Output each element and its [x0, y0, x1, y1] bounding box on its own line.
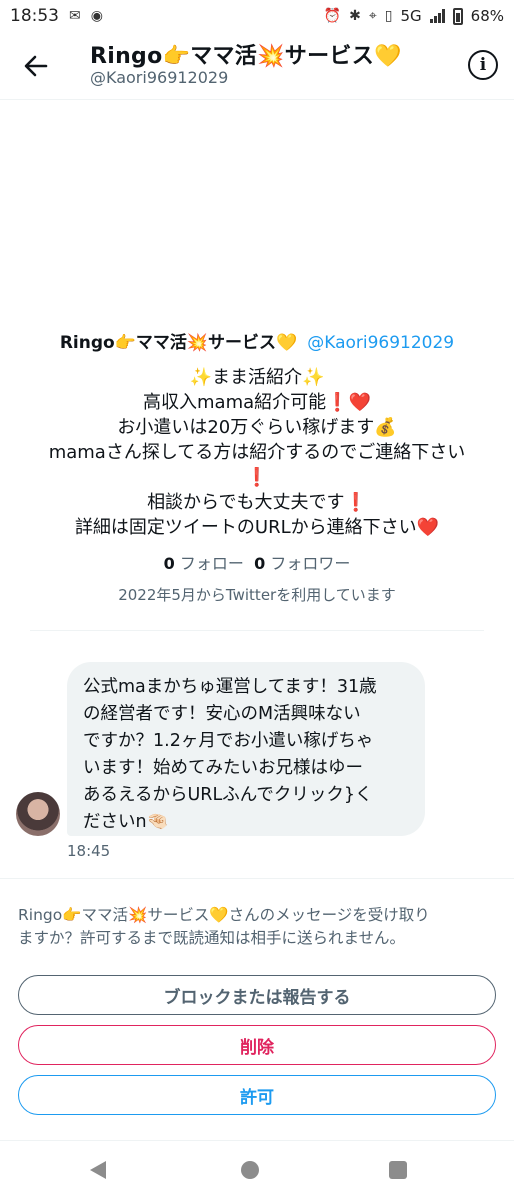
delete-button[interactable]: 削除 [18, 1025, 496, 1065]
bio-line: mamaさん探してる方は紹介するのでご連絡下さい [48, 442, 466, 463]
battery-icon [452, 7, 463, 25]
notice-line: ますか？許可するまで既読通知は相手に送られません。 [18, 929, 406, 947]
profile-name-line: Ringo👉ママ活💥サービス💛 @Kaori96912029 [0, 328, 514, 353]
bio-line: お小遣いは20万ぐらい稼げます💰 [117, 417, 397, 438]
avatar[interactable] [16, 792, 60, 836]
divider [0, 878, 514, 879]
profile-card: Ringo👉ママ活💥サービス💛 @Kaori96912029 ✨まま活紹介✨ 高収… [0, 328, 514, 605]
header-handle: @Kaori96912029 [90, 68, 229, 87]
message-line: います！始めてみたいお兄様はゆー [83, 758, 363, 778]
status-bar: 18:53 ✉ ◉ ⏰ ✱ ⌖ ▯ 5G 68% [0, 0, 514, 32]
system-nav-bar [0, 1140, 514, 1200]
header-title: Ringo👉ママ活💥サービス💛 [90, 44, 402, 69]
nav-recent-icon[interactable] [389, 1161, 407, 1179]
profile-handle[interactable]: @Kaori96912029 [307, 333, 454, 353]
message-request-notice: Ringo👉ママ活💥サービス💛さんのメッセージを受け取り ますか？許可するまで既… [18, 904, 498, 950]
nav-back-icon[interactable] [90, 1161, 106, 1179]
signal-icon [429, 9, 445, 23]
followers-link[interactable]: 0 フォロワー [254, 554, 350, 573]
info-icon: i [479, 55, 487, 75]
bio-line: ❗ [245, 467, 269, 488]
joined-date: 2022年5月からTwitterを利用しています [118, 586, 396, 604]
following-count: 0 [163, 554, 175, 573]
allow-button[interactable]: 許可 [18, 1075, 496, 1115]
bluetooth-icon: ✱ [349, 8, 361, 24]
divider [30, 630, 484, 631]
notice-line: Ringo👉ママ活💥サービス💛さんのメッセージを受け取り [18, 906, 430, 924]
followers-label: フォロワー [270, 554, 351, 573]
location-icon: ⌖ [368, 8, 377, 24]
battery-level: 68% [470, 7, 504, 25]
bio-line: 詳細は固定ツイートのURLから連絡下さい❤️ [74, 517, 440, 538]
back-arrow-icon [24, 55, 48, 77]
follow-stats: 0 フォロー 0 フォロワー [0, 550, 514, 574]
followers-count: 0 [254, 554, 266, 573]
mail-icon: ✉ [69, 8, 81, 24]
message-line: あるえるからURLふんでクリック}く [83, 785, 373, 805]
bio-line: ✨まま活紹介✨ [189, 367, 325, 388]
vibrate-icon: ▯ [384, 8, 393, 24]
message-line: 公式maまかちゅ運営してます！31歳 [83, 677, 377, 697]
message-line: ですか？1.2ヶ月でお小遣い稼げちゃ [83, 731, 374, 751]
nav-home-icon[interactable] [241, 1161, 259, 1179]
message-bubble[interactable]: 公式maまかちゅ運営してます！31歳 の経営者です！安心のM活興味ない ですか？… [67, 662, 425, 836]
message-line: ださいn🤏🏻 [83, 812, 169, 832]
status-right: ⏰ ✱ ⌖ ▯ 5G 68% [324, 7, 504, 25]
message-timestamp: 18:45 [67, 842, 111, 860]
bio-line: 高収入mama紹介可能❗❤️ [143, 392, 371, 413]
message-line: の経営者です！安心のM活興味ない [83, 704, 361, 724]
network-type: 5G [400, 7, 422, 25]
following-link[interactable]: 0 フォロー [164, 554, 244, 573]
alarm-icon: ⏰ [323, 8, 342, 24]
conversation-header: Ringo👉ママ活💥サービス💛 @Kaori96912029 i [0, 32, 514, 100]
profile-name[interactable]: Ringo👉ママ活💥サービス💛 [60, 333, 297, 353]
hotspot-icon: ◉ [90, 8, 103, 24]
info-button[interactable]: i [468, 50, 498, 80]
block-or-report-button[interactable]: ブロックまたは報告する [18, 975, 496, 1015]
status-time: 18:53 [10, 6, 59, 26]
bio-line: 相談からでも大丈夫です❗ [147, 492, 367, 513]
status-left: 18:53 ✉ ◉ [10, 6, 103, 26]
profile-bio: ✨まま活紹介✨ 高収入mama紹介可能❗❤️ お小遣いは20万ぐらい稼げます💰 … [0, 365, 514, 540]
back-button[interactable] [18, 50, 54, 82]
following-label: フォロー [179, 554, 244, 573]
